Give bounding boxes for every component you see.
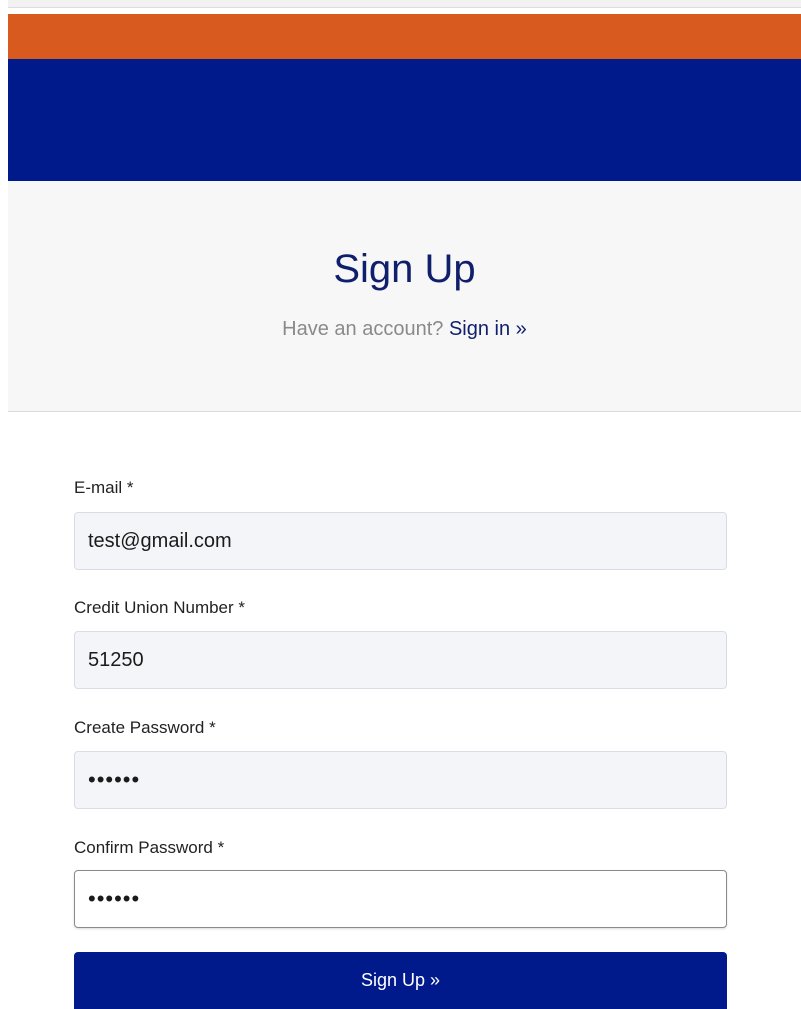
credit-union-number-field[interactable] — [74, 631, 727, 689]
create-password-field[interactable] — [74, 751, 727, 809]
create-password-label: Create Password * — [74, 718, 216, 737]
email-label: E-mail * — [74, 478, 134, 497]
email-field[interactable] — [74, 512, 727, 570]
have-account-line: Have an account? Sign in » — [8, 316, 801, 342]
credit-union-number-label: Credit Union Number * — [74, 598, 246, 617]
have-account-text: Have an account? — [282, 318, 444, 340]
sign-in-link[interactable]: Sign in » — [449, 318, 527, 340]
orange-header-band — [8, 14, 801, 59]
blue-header-band — [8, 59, 801, 181]
signup-header-section: Sign Up Have an account? Sign in » — [8, 181, 801, 412]
page-title: Sign Up — [333, 247, 476, 291]
sign-up-button[interactable]: Sign Up » — [74, 952, 727, 1009]
confirm-password-field[interactable] — [74, 870, 727, 928]
confirm-password-label: Confirm Password * — [74, 838, 225, 857]
top-edge-strip — [8, 0, 801, 8]
